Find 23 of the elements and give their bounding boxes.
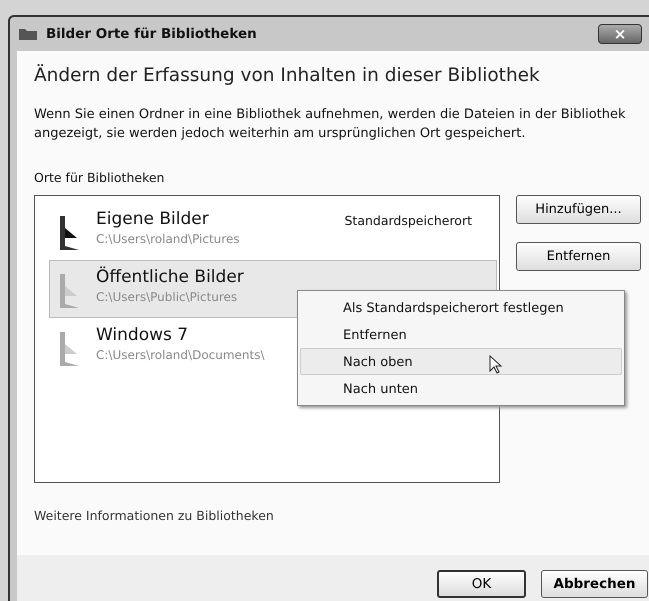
location-name: Eigene Bilder xyxy=(96,208,210,230)
more-info-link[interactable]: Weitere Informationen zu Bibliotheken xyxy=(34,508,274,523)
menu-item[interactable]: Entfernen xyxy=(300,320,622,348)
location-item[interactable]: Eigene Bilder C:\Users\roland\Pictures Standardspeicherort xyxy=(49,202,497,260)
location-path: C:\Users\roland\Documents\ xyxy=(96,346,265,364)
dialog-button[interactable]: OK xyxy=(437,570,526,598)
location-name: Windows 7 xyxy=(96,324,190,346)
window-title: Bilder Orte für Bibliotheken xyxy=(46,24,257,44)
location-path: C:\Users\Public\Pictures xyxy=(96,288,238,306)
menu-item[interactable]: Nach unten xyxy=(300,374,622,402)
default-location-label: Standardspeicherort xyxy=(344,212,472,230)
description-text: Wenn Sie einen Ordner in eine Bibliothek aufnehmen, werden die Dateien in der Bibliothek angezeigt, sie werden jedoch weiterhin am ursprünglichen Ort gespeichert. xyxy=(34,106,627,144)
location-path: C:\Users\roland\Pictures xyxy=(96,230,240,248)
mouse-pointer-icon xyxy=(489,354,503,375)
dialog-button[interactable]: Abbrechen xyxy=(541,570,648,598)
folder-icon xyxy=(18,27,38,41)
menu-item[interactable]: Nach oben xyxy=(300,348,622,375)
close-button[interactable]: × xyxy=(598,24,642,44)
location-name: Öffentliche Bilder xyxy=(96,266,244,288)
list-action-button[interactable]: Hinzufügen... xyxy=(516,194,641,224)
dialog-heading: Ändern der Erfassung von Inhalten in dieser Bibliothek xyxy=(34,65,541,88)
section-label: Orte für Bibliotheken xyxy=(34,169,166,188)
list-action-button[interactable]: Entfernen xyxy=(516,242,641,271)
